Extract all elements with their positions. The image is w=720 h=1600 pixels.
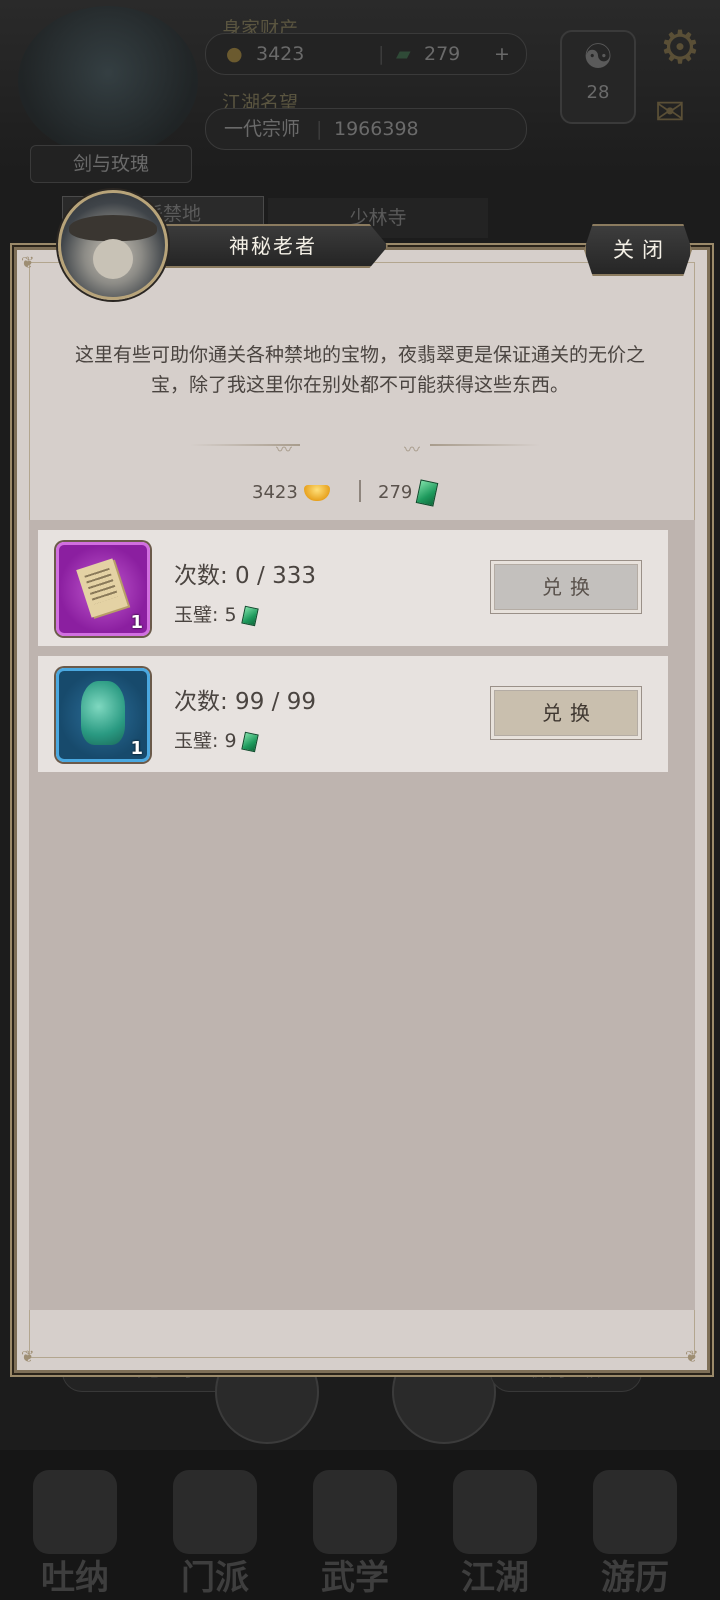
item-price: 玉璧: 9 [174, 726, 259, 753]
nav-jianghu-icon [453, 1470, 537, 1554]
nav-breathing[interactable]: 吐纳 [15, 1470, 135, 1598]
gold-display: 3423 [252, 478, 330, 508]
divider-right [430, 444, 540, 446]
bottom-navigation: 吐纳 门派 武学 江湖 游历 [0, 1450, 720, 1600]
jade-tablet-icon [416, 479, 439, 507]
nav-martial-arts[interactable]: 武学 [295, 1470, 415, 1598]
nav-travel-label: 游历 [601, 1558, 669, 1598]
bg-add-button[interactable]: + [494, 34, 510, 74]
npc-description: 这里有些可助你通关各种禁地的宝物，夜翡翠更是保证通关的无价之宝，除了我这里你在别… [74, 344, 645, 396]
corner-ornament: ❦ [21, 1347, 35, 1366]
rank-title: 一代宗师 [224, 118, 301, 140]
nav-martial-arts-icon [313, 1470, 397, 1554]
jade-pendant-icon [81, 681, 125, 745]
nav-breathing-icon [33, 1470, 117, 1554]
exchange-button[interactable]: 兑换 [490, 560, 642, 614]
corner-ornament: ❦ [685, 1347, 699, 1366]
corner-ornament: ❦ [21, 253, 35, 272]
mysterious-elder-avatar [58, 190, 168, 300]
level-badge[interactable]: ☯ 28 [560, 30, 636, 124]
mail-icon[interactable]: ✉ [645, 95, 695, 131]
nav-sect-label: 门派 [181, 1558, 249, 1598]
nav-jianghu-label: 江湖 [461, 1558, 529, 1598]
shop-item: 1 次数: 0 / 333 玉璧: 5 兑换 [38, 530, 668, 646]
bamboo-hat-shape [69, 215, 157, 241]
exchange-count: 次数: 99 / 99 [174, 689, 316, 715]
shop-dialog: ❦ ❦ ❦ [14, 247, 710, 1373]
fame-value: 1966398 [334, 118, 419, 140]
gear-icon[interactable]: ⚙ [655, 22, 705, 72]
item-price-label: 玉璧: 5 [174, 604, 237, 626]
divider-ornament-left: 〰 [276, 440, 293, 459]
gold-ingot-icon [303, 485, 330, 501]
item-price: 玉璧: 5 [174, 600, 259, 627]
item-price-label: 玉璧: 9 [174, 730, 237, 752]
item-icon-frame[interactable]: 1 [56, 542, 150, 636]
nav-travel-icon [593, 1470, 677, 1554]
item-icon-frame[interactable]: 1 [56, 668, 150, 762]
bg-gold-amount: 3423 [256, 43, 305, 65]
item-quantity: 1 [130, 738, 143, 759]
nav-sect-icon [173, 1470, 257, 1554]
jade-tablet-icon [240, 605, 259, 626]
close-button[interactable]: 关闭 [584, 224, 692, 276]
nav-sect[interactable]: 门派 [155, 1470, 275, 1598]
exchange-button[interactable]: 兑换 [490, 686, 642, 740]
face-shape [93, 239, 133, 279]
player-avatar [18, 6, 198, 156]
yin-yang-icon: ☯ [582, 37, 614, 77]
scroll-icon [76, 558, 128, 618]
player-name: 剑与玫瑰 [30, 145, 192, 183]
jade-tablet-icon [240, 731, 259, 752]
exchange-count: 次数: 0 / 333 [174, 563, 316, 589]
currency-row: 3423 279 [0, 478, 720, 508]
currency-separator [359, 480, 361, 502]
nav-jianghu[interactable]: 江湖 [435, 1470, 555, 1598]
level-value: 28 [586, 82, 610, 103]
item-quantity: 1 [130, 612, 143, 633]
gold-amount: 3423 [252, 482, 298, 503]
divider-ornament-right: 〰 [404, 440, 421, 459]
nav-breathing-label: 吐纳 [41, 1558, 109, 1598]
nav-travel[interactable]: 游历 [575, 1470, 695, 1598]
jade-display: 279 [378, 478, 439, 508]
npc-header: 神秘老者 [58, 190, 388, 300]
bg-jade-amount: 279 [424, 43, 461, 65]
jade-amount: 279 [378, 482, 413, 503]
fame-pill: 一代宗师 | 1966398 [205, 108, 527, 150]
npc-name-plate: 神秘老者 [158, 224, 388, 268]
shop-item: 1 次数: 99 / 99 玉璧: 9 兑换 [38, 656, 668, 772]
currency-pill: ● 3423 | ▰ 279 + [205, 33, 527, 75]
nav-martial-arts-label: 武学 [321, 1558, 389, 1598]
